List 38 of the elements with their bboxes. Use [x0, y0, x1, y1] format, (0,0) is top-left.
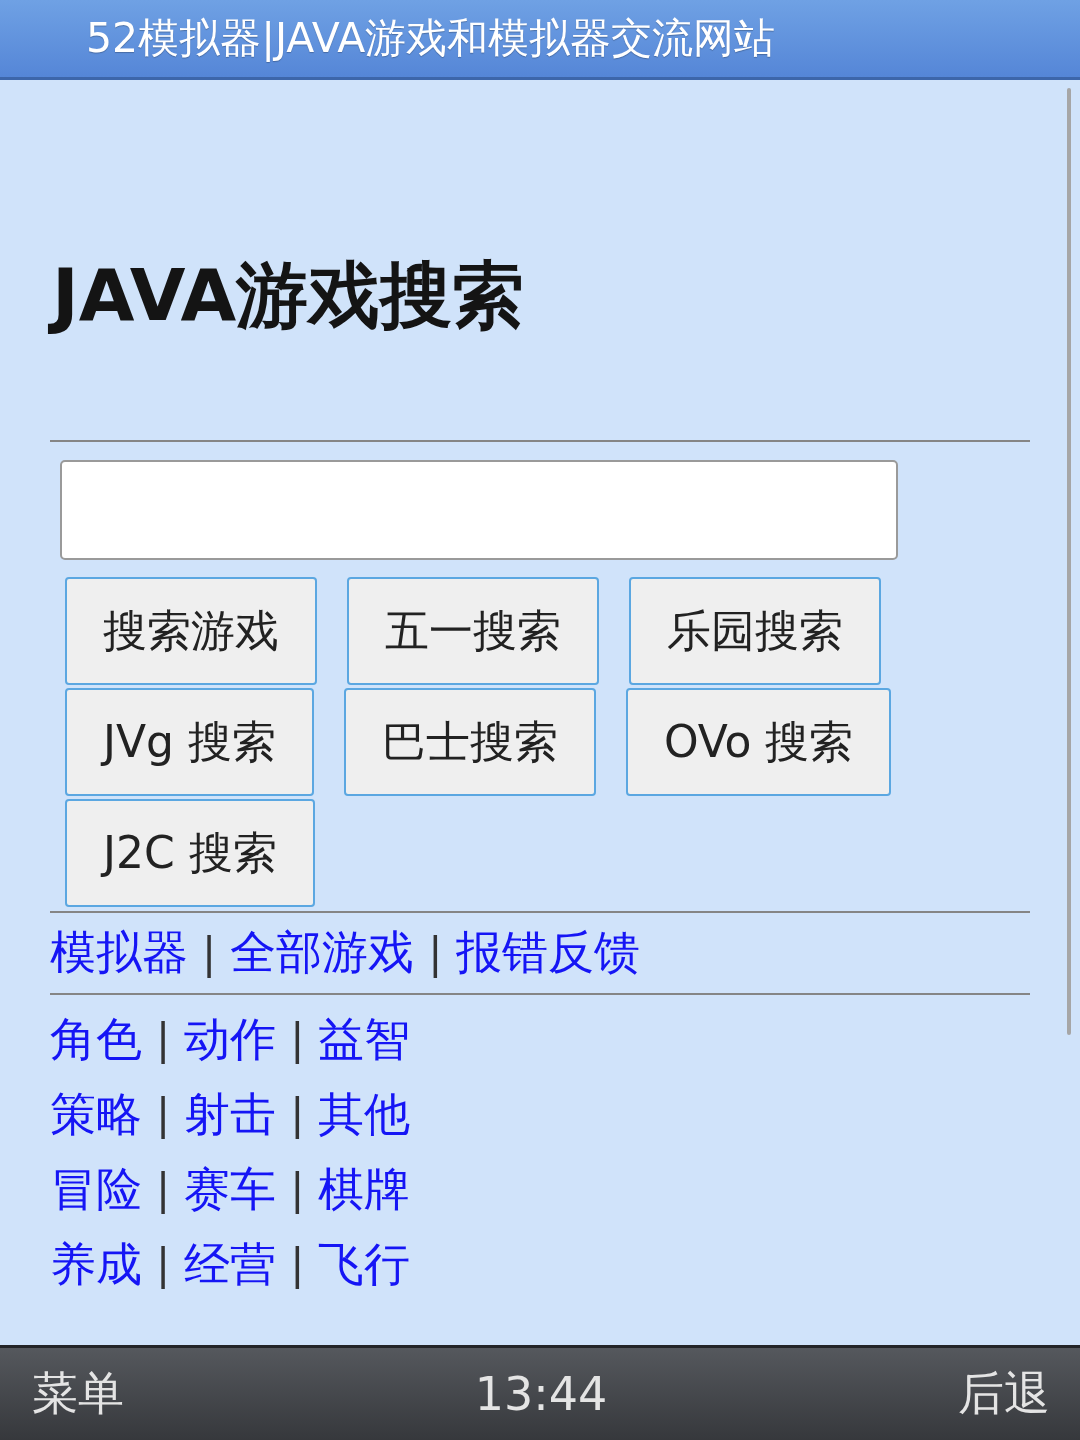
link-separator: | — [289, 1240, 306, 1289]
category-link[interactable]: 策略 — [50, 1083, 142, 1146]
category-link[interactable]: 动作 — [184, 1008, 277, 1071]
search-button[interactable]: OVo 搜索 — [626, 688, 892, 796]
link-separator: | — [289, 1165, 306, 1214]
nav-link[interactable]: 报错反馈 — [456, 922, 641, 984]
category-link[interactable]: 其他 — [318, 1083, 411, 1146]
link-separator: | — [201, 928, 218, 978]
search-field[interactable] — [60, 460, 898, 560]
search-button[interactable]: J2C 搜索 — [65, 799, 315, 907]
category-link[interactable]: 冒险 — [50, 1158, 142, 1221]
clock-time: 13:44 — [474, 1367, 608, 1421]
search-button[interactable]: 搜索游戏 — [65, 577, 317, 685]
category-link[interactable]: 角色 — [50, 1008, 142, 1071]
search-button[interactable]: 五一搜索 — [347, 577, 599, 685]
left-softkey[interactable]: 菜单 — [32, 1363, 124, 1425]
nav-link[interactable]: 模拟器 — [50, 922, 188, 984]
category-link[interactable]: 飞行 — [318, 1233, 411, 1296]
link-separator: | — [155, 1240, 172, 1289]
category-link[interactable]: 射击 — [184, 1083, 277, 1146]
category-link[interactable]: 赛车 — [184, 1158, 277, 1221]
category-link[interactable]: 经营 — [184, 1233, 277, 1296]
scrollbar-thumb[interactable] — [1067, 88, 1071, 1035]
link-separator: | — [155, 1015, 172, 1064]
search-button[interactable]: JVg 搜索 — [65, 688, 314, 796]
search-button[interactable]: 巴士搜索 — [344, 688, 596, 796]
link-separator: | — [155, 1165, 172, 1214]
category-link[interactable]: 棋牌 — [318, 1158, 411, 1221]
link-separator: | — [155, 1090, 172, 1139]
search-button[interactable]: 乐园搜索 — [629, 577, 881, 685]
window-title: 52模拟器|JAVA游戏和模拟器交流网站 — [86, 13, 776, 64]
link-separator: | — [427, 928, 444, 978]
right-softkey[interactable]: 后退 — [958, 1363, 1050, 1425]
nav-link[interactable]: 全部游戏 — [230, 922, 415, 984]
link-separator: | — [289, 1015, 306, 1064]
category-link[interactable]: 养成 — [50, 1233, 142, 1296]
link-separator: | — [289, 1090, 306, 1139]
category-link[interactable]: 益智 — [318, 1008, 411, 1071]
